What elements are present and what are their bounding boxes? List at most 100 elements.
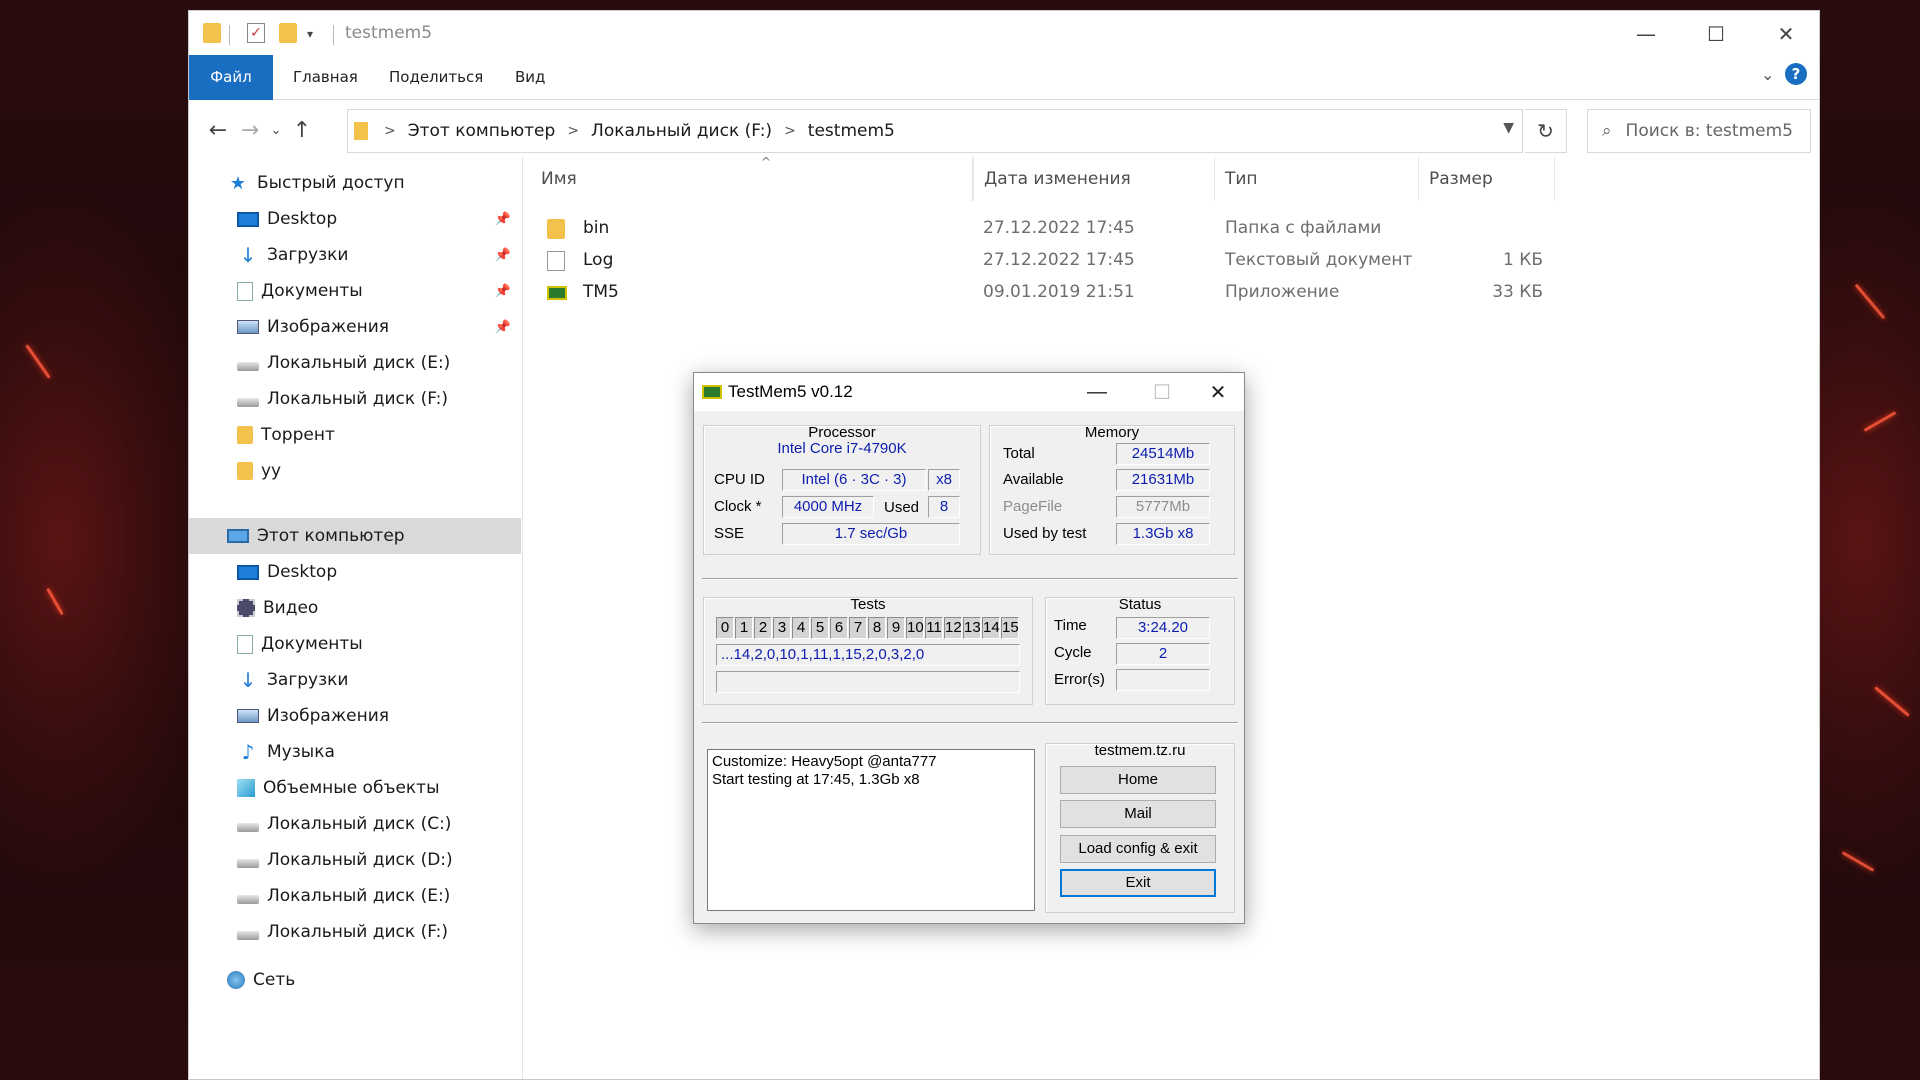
sidebar-item-drive-d[interactable]: Локальный диск (D:) [189, 842, 521, 878]
tab-file[interactable]: Файл [189, 55, 273, 100]
memory-heading: Memory [1084, 424, 1140, 441]
images-icon [237, 709, 259, 723]
test-number: 14 [982, 617, 1000, 639]
column-header-date[interactable]: Дата изменения [973, 157, 1215, 201]
sidebar-item-3d-objects[interactable]: Объемные объекты [189, 770, 521, 806]
time-label: Time [1054, 617, 1087, 634]
sidebar-item-label: Локальный диск (F:) [267, 389, 449, 409]
sidebar-item-pc-downloads[interactable]: ↓ Загрузки [189, 662, 521, 698]
close-button[interactable]: ✕ [1751, 11, 1819, 57]
music-icon: ♪ [241, 740, 255, 764]
log-output[interactable]: Customize: Heavy5opt @anta777 Start test… [707, 749, 1035, 911]
sidebar-item-drive-c[interactable]: Локальный диск (C:) [189, 806, 521, 842]
tab-home[interactable]: Главная [293, 55, 358, 100]
properties-icon[interactable]: ✓ [247, 23, 265, 43]
sidebar-item-label: Локальный диск (E:) [267, 353, 451, 373]
sse-label: SSE [714, 525, 745, 542]
address-bar[interactable]: > Этот компьютер > Локальный диск (F:) >… [347, 109, 1523, 153]
breadcrumb-drive-f[interactable]: Локальный диск (F:) [591, 121, 772, 141]
sidebar-item-documents[interactable]: Документы 📌 [189, 273, 521, 309]
breadcrumb-this-pc[interactable]: Этот компьютер [408, 121, 556, 141]
exit-button[interactable]: Exit [1060, 869, 1216, 897]
column-header-name[interactable]: Имя [523, 157, 973, 201]
sidebar-item-label: Загрузки [267, 670, 349, 690]
available-value: 21631Mb [1116, 469, 1210, 491]
search-icon: ⌕ [1602, 121, 1612, 141]
sidebar-item-pc-desktop[interactable]: Desktop [189, 554, 521, 590]
sidebar-item-yy[interactable]: уу [189, 453, 521, 489]
pin-icon[interactable]: 📌 [495, 320, 511, 335]
sidebar-item-video[interactable]: Видео [189, 590, 521, 626]
sidebar-item-label: Изображения [267, 706, 390, 726]
breadcrumb-testmem5[interactable]: testmem5 [808, 121, 895, 141]
test-number: 15 [1001, 617, 1019, 639]
sidebar-item-downloads[interactable]: ↓ Загрузки 📌 [189, 237, 521, 273]
column-header-type[interactable]: Тип [1215, 157, 1419, 201]
up-arrow-icon[interactable]: ↑ [285, 113, 319, 147]
3d-objects-icon [237, 779, 255, 797]
file-type: Текстовый документ [1225, 250, 1413, 270]
chevron-right-icon[interactable]: > [784, 123, 796, 139]
back-arrow-icon[interactable]: ← [201, 113, 235, 147]
processor-heading: Processor [808, 424, 876, 441]
tests-heading: Tests [850, 596, 886, 613]
sidebar-item-quick-access[interactable]: ★ Быстрый доступ [189, 165, 521, 201]
sidebar-item-images[interactable]: Изображения 📌 [189, 309, 521, 345]
sidebar-item-music[interactable]: ♪ Музыка [189, 734, 521, 770]
home-button[interactable]: Home [1060, 766, 1216, 794]
load-config-exit-button[interactable]: Load config & exit [1060, 835, 1216, 863]
file-row[interactable]: bin 27.12.2022 17:45 Папка с файлами [523, 213, 1819, 245]
drive-icon [237, 894, 259, 904]
title-bar: ✓ ▾ testmem5 — ☐ ✕ [189, 11, 1819, 57]
tab-share[interactable]: Поделиться [389, 55, 483, 100]
tab-view[interactable]: Вид [515, 55, 545, 100]
test-number: 12 [944, 617, 962, 639]
sidebar-item-desktop[interactable]: Desktop 📌 [189, 201, 521, 237]
file-name: TM5 [583, 282, 619, 302]
sidebar-item-label: Видео [263, 598, 319, 618]
wallpaper-streak [1854, 283, 1886, 320]
desktop-icon [237, 564, 259, 580]
status-heading: Status [1118, 596, 1162, 613]
window-title: testmem5 [345, 23, 433, 43]
sidebar-item-label: Объемные объекты [263, 778, 440, 798]
sidebar-item-label: Загрузки [267, 245, 349, 265]
sidebar-item-this-pc[interactable]: Этот компьютер [189, 518, 521, 554]
pin-icon[interactable]: 📌 [495, 248, 511, 263]
file-row[interactable]: TM5 09.01.2019 21:51 Приложение 33 КБ [523, 277, 1819, 309]
sidebar-item-pc-images[interactable]: Изображения [189, 698, 521, 734]
test-progress [716, 671, 1020, 693]
help-icon[interactable]: ? [1785, 63, 1807, 85]
new-folder-icon[interactable] [279, 23, 297, 43]
ram-app-icon [702, 385, 722, 399]
customize-qat-icon[interactable]: ▾ [307, 27, 325, 47]
drive-icon [237, 361, 259, 371]
address-dropdown-icon[interactable]: ▼ [1503, 120, 1514, 136]
pin-icon[interactable]: 📌 [495, 284, 511, 299]
chevron-right-icon[interactable]: > [384, 123, 396, 139]
column-header-size[interactable]: Размер [1419, 157, 1555, 201]
sidebar-item-torrent[interactable]: Торрент [189, 417, 521, 453]
sidebar-item-drive-e[interactable]: Локальный диск (E:) [189, 345, 521, 381]
search-box[interactable]: ⌕ Поиск в: testmem5 [1587, 109, 1811, 153]
chevron-right-icon[interactable]: > [567, 123, 579, 139]
sidebar-item-pc-drive-e[interactable]: Локальный диск (E:) [189, 878, 521, 914]
sidebar-item-pc-drive-f[interactable]: Локальный диск (F:) [189, 914, 521, 950]
test-number: 1 [735, 617, 753, 639]
file-row[interactable]: Log 27.12.2022 17:45 Текстовый документ … [523, 245, 1819, 277]
close-button[interactable]: ✕ [1190, 373, 1246, 411]
minimize-button[interactable]: — [1069, 373, 1125, 411]
pin-icon[interactable]: 📌 [495, 212, 511, 227]
sidebar-item-drive-f[interactable]: Локальный диск (F:) [189, 381, 521, 417]
drive-icon [237, 858, 259, 868]
chevron-down-icon[interactable]: ⌄ [1761, 65, 1774, 84]
mail-button[interactable]: Mail [1060, 800, 1216, 828]
file-date: 27.12.2022 17:45 [983, 218, 1135, 238]
sidebar-item-network[interactable]: Сеть [189, 962, 521, 998]
minimize-button[interactable]: — [1611, 11, 1681, 57]
wallpaper-streak [1841, 851, 1875, 872]
separator [702, 722, 1238, 724]
sidebar-item-pc-documents[interactable]: Документы [189, 626, 521, 662]
maximize-button[interactable]: ☐ [1681, 11, 1751, 57]
refresh-icon[interactable]: ↻ [1525, 109, 1567, 153]
